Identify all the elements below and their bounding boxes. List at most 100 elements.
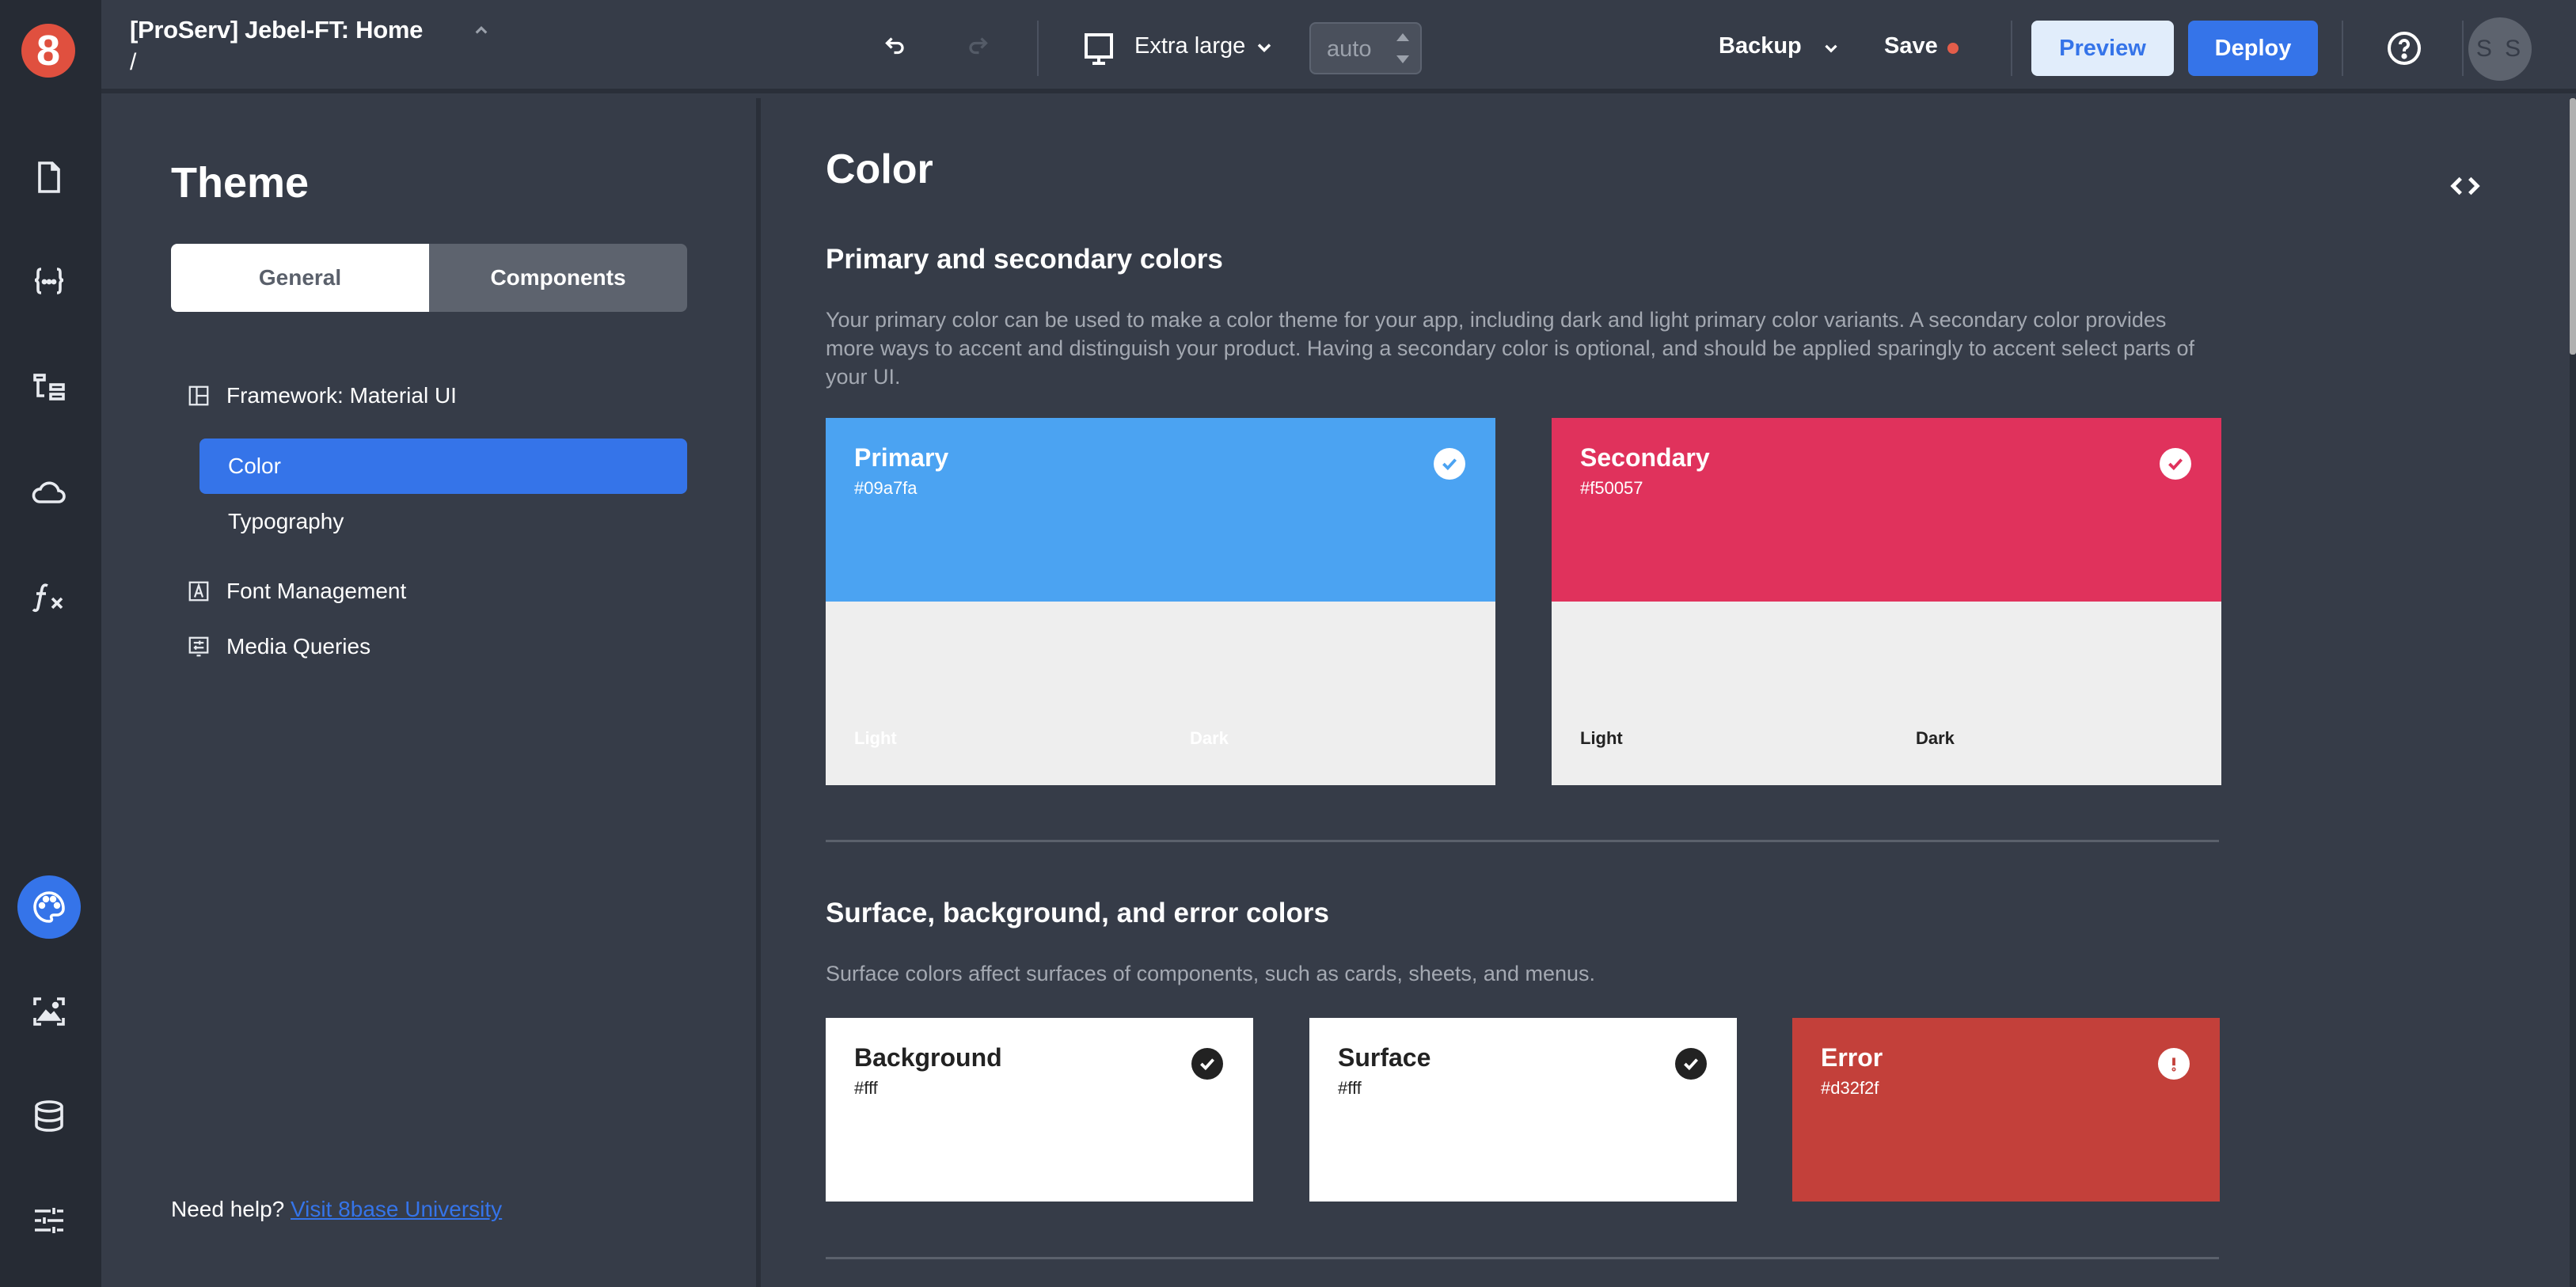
help-text: Need help? Visit 8base University xyxy=(171,1197,502,1222)
project-title[interactable]: [ProServ] Jebel-FT: Home xyxy=(130,16,423,44)
rail-item-data[interactable] xyxy=(17,1084,81,1148)
card-name: Background xyxy=(854,1043,1002,1072)
university-link[interactable]: Visit 8base University xyxy=(291,1197,502,1221)
database-icon xyxy=(35,1100,63,1132)
card-hex: #fff xyxy=(1338,1078,1362,1098)
project-path: / xyxy=(130,49,137,75)
check-circle-icon xyxy=(1434,448,1465,480)
nav-color[interactable]: Color xyxy=(199,438,687,494)
alert-circle-icon xyxy=(2158,1048,2190,1080)
check-circle-icon xyxy=(2160,448,2191,480)
unsaved-indicator xyxy=(1947,43,1959,54)
card-name: Surface xyxy=(1338,1043,1431,1072)
user-avatar[interactable]: S S xyxy=(2468,17,2532,81)
color-editor: Color Primary and secondary colors Your … xyxy=(761,98,2576,1287)
device-selector[interactable]: Extra large xyxy=(1134,33,1245,59)
swatch-hex: #09a7fa xyxy=(854,478,918,498)
rail-item-resources[interactable] xyxy=(17,461,81,524)
toolbar-divider xyxy=(2011,21,2012,76)
toolbar-divider xyxy=(1037,21,1039,76)
swatch-secondary-variants[interactable]: Light Dark xyxy=(1552,602,2221,785)
card-background[interactable]: Background #fff xyxy=(826,1018,1253,1202)
swatch-secondary[interactable]: Secondary #f50057 Light Dark xyxy=(1552,418,2221,785)
undo-icon xyxy=(885,37,904,55)
card-hex: #d32f2f xyxy=(1821,1078,1879,1098)
nav-typography-label: Typography xyxy=(228,509,344,533)
rail-item-pages[interactable] xyxy=(17,146,81,209)
tab-components[interactable]: Components xyxy=(429,244,687,312)
chevron-down-icon[interactable] xyxy=(1253,36,1275,59)
help-button[interactable] xyxy=(2384,28,2424,68)
card-surface[interactable]: Surface #fff xyxy=(1309,1018,1737,1202)
top-bar: [ProServ] Jebel-FT: Home / Extra large a… xyxy=(101,0,2576,93)
save-button[interactable]: Save xyxy=(1884,33,1938,59)
redo-icon xyxy=(969,37,988,55)
panel-title: Theme xyxy=(171,159,310,207)
section-desc-surface: Surface colors affect surfaces of compon… xyxy=(826,962,1595,985)
deploy-button[interactable]: Deploy xyxy=(2188,21,2318,76)
variant-dark-label: Dark xyxy=(1190,728,1229,748)
rail-item-layout-tree[interactable] xyxy=(17,356,81,420)
variant-light-label: Light xyxy=(1580,728,1623,748)
width-value[interactable]: auto xyxy=(1327,36,1371,63)
cloud-icon xyxy=(32,481,66,503)
palette-icon xyxy=(33,891,65,923)
card-hex: #fff xyxy=(854,1078,878,1098)
card-name: Error xyxy=(1821,1043,1883,1072)
stepper-down-icon[interactable] xyxy=(1396,55,1409,63)
file-icon xyxy=(38,161,60,193)
nav-media-queries[interactable]: Media Queries xyxy=(171,619,687,674)
nav-color-label: Color xyxy=(228,454,281,478)
device-selector-icon-wrap[interactable] xyxy=(1077,27,1121,71)
swatch-primary-main[interactable]: Primary #09a7fa xyxy=(826,418,1495,602)
tab-general[interactable]: General xyxy=(171,244,429,312)
scrollbar-thumb[interactable] xyxy=(2570,98,2576,355)
nav-framework-label: Framework: Material UI xyxy=(226,383,457,408)
page-title: Color xyxy=(826,146,933,192)
section-title-primary: Primary and secondary colors xyxy=(826,244,1223,275)
undo-button[interactable] xyxy=(876,27,915,66)
check-circle-icon xyxy=(1675,1048,1707,1080)
rail-item-functions[interactable] xyxy=(17,565,81,628)
swatch-primary[interactable]: Primary #09a7fa Light Dark xyxy=(826,418,1495,785)
redo-button[interactable] xyxy=(958,27,997,66)
preview-button[interactable]: Preview xyxy=(2031,21,2174,76)
sliders-icon xyxy=(35,1208,63,1233)
code-view-icon[interactable] xyxy=(2447,168,2483,204)
screen-settings-icon xyxy=(188,636,209,657)
section-title-surface: Surface, background, and error colors xyxy=(826,898,1329,928)
stepper-up-icon[interactable] xyxy=(1396,33,1409,41)
card-error[interactable]: Error #d32f2f xyxy=(1792,1018,2220,1202)
section-divider xyxy=(826,840,2219,842)
backup-button[interactable]: Backup xyxy=(1719,33,1802,59)
nav-framework[interactable]: Framework: Material UI xyxy=(171,368,687,423)
toolbar-divider xyxy=(2462,21,2464,76)
content-scrollbar[interactable] xyxy=(2570,98,2576,1287)
swatch-secondary-main[interactable]: Secondary #f50057 xyxy=(1552,418,2221,602)
toolbar-divider xyxy=(2342,21,2343,76)
nav-font-management[interactable]: Font Management xyxy=(171,564,687,619)
chevron-up-icon[interactable] xyxy=(469,19,493,43)
rail-item-state[interactable] xyxy=(17,250,81,313)
rail-item-theme[interactable] xyxy=(17,875,81,939)
swatch-name: Secondary xyxy=(1580,443,1710,472)
monitor-icon xyxy=(1085,33,1113,65)
swatch-name: Primary xyxy=(854,443,949,472)
help-circle-icon xyxy=(2388,32,2421,65)
variant-light-label: Light xyxy=(854,728,897,748)
help-prefix: Need help? xyxy=(171,1197,285,1221)
rail-item-settings[interactable] xyxy=(17,1189,81,1252)
app-logo[interactable]: 8 xyxy=(21,24,75,78)
backup-chevron-down-icon[interactable] xyxy=(1821,38,1841,59)
layout-icon xyxy=(188,385,209,406)
section-divider xyxy=(826,1257,2219,1259)
variant-dark-label: Dark xyxy=(1916,728,1955,748)
nav-media-queries-label: Media Queries xyxy=(226,634,371,659)
left-rail: 8 xyxy=(0,0,101,1287)
braces-icon xyxy=(34,268,64,294)
swatch-hex: #f50057 xyxy=(1580,478,1643,498)
swatch-primary-variants[interactable]: Light Dark xyxy=(826,602,1495,785)
width-stepper[interactable]: auto xyxy=(1309,22,1422,74)
rail-item-assets[interactable] xyxy=(17,980,81,1043)
nav-typography[interactable]: Typography xyxy=(199,494,687,549)
